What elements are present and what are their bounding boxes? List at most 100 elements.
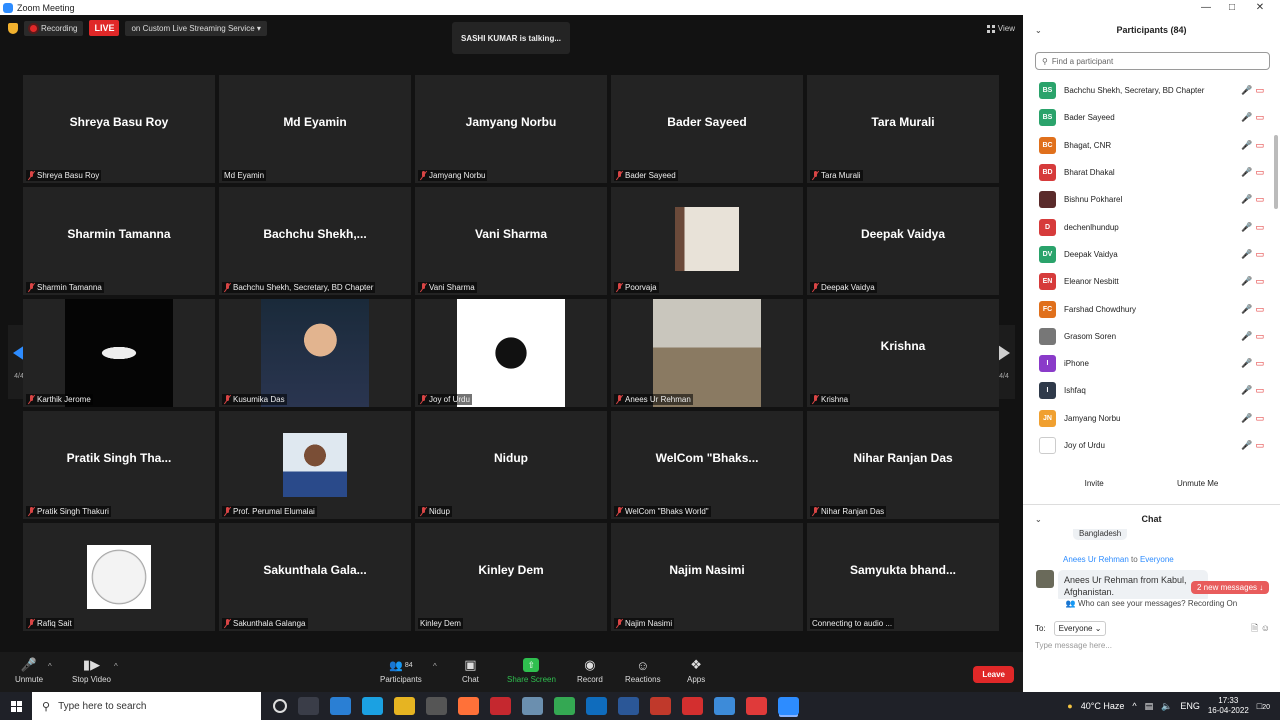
participants-button[interactable]: 👥 84 Participants [380, 658, 422, 685]
security-shield-icon[interactable] [8, 22, 18, 34]
zoom-taskbar-icon[interactable] [778, 697, 799, 715]
video-tile[interactable]: Kusumika Das [219, 299, 411, 407]
participant-row[interactable]: I Ishfaq 🎤▭ [1023, 377, 1273, 404]
stop-video-button[interactable]: ▮▶ Stop Video [72, 657, 111, 684]
video-tile[interactable]: Deepak Vaidya Deepak Vaidya [807, 187, 999, 295]
participant-row[interactable]: BS Bader Sayeed 🎤▭ [1023, 104, 1273, 131]
video-tile[interactable]: Md Eyamin Md Eyamin [219, 75, 411, 183]
leave-button[interactable]: Leave [973, 666, 1014, 683]
reactions-button[interactable]: ☺ Reactions [625, 658, 661, 685]
video-tile[interactable]: Vani Sharma Vani Sharma [415, 187, 607, 295]
video-tile[interactable]: Bachchu Shekh,... Bachchu Shekh, Secretar… [219, 187, 411, 295]
chrome-icon[interactable] [554, 697, 575, 715]
who-can-see-link[interactable]: 👥 Who can see your messages? Recording O… [1023, 599, 1280, 608]
participant-row[interactable]: EN Eleanor Nesbitt 🎤▭ [1023, 268, 1273, 295]
chat-message-input[interactable]: Type message here... [1035, 641, 1112, 650]
start-button[interactable] [0, 692, 32, 720]
apps-button[interactable]: ❖ Apps [687, 657, 705, 684]
mail-icon[interactable] [330, 697, 351, 715]
maximize-icon[interactable]: □ [1219, 0, 1245, 15]
unmute-button[interactable]: 🎤 Unmute [15, 657, 43, 684]
video-tile[interactable]: Tara Murali Tara Murali [807, 75, 999, 183]
video-tile[interactable]: Sharmin Tamanna Sharmin Tamanna [23, 187, 215, 295]
volume-icon[interactable]: 🔈 [1161, 701, 1172, 712]
participant-row[interactable]: DV Deepak Vaidya 🎤▭ [1023, 241, 1273, 268]
participant-row[interactable]: Joy of Urdu 🎤▭ [1023, 432, 1273, 459]
unmute-me-button[interactable]: Unmute Me [1177, 479, 1218, 488]
video-options-chevron-icon[interactable]: ^ [114, 662, 118, 671]
participant-row[interactable]: JN Jamyang Norbu 🎤▭ [1023, 405, 1273, 432]
anydesk-icon[interactable] [746, 697, 767, 715]
app-icon[interactable] [522, 697, 543, 715]
video-tile[interactable]: Nidup Nidup [415, 411, 607, 519]
chat-sender[interactable]: Anees Ur Rehman [1063, 555, 1129, 564]
record-button[interactable]: ◉ Record [577, 657, 603, 684]
file-icon[interactable]: 🗎 [1251, 623, 1258, 633]
video-tile[interactable]: Krishna Krishna [807, 299, 999, 407]
word-icon[interactable] [618, 697, 639, 715]
chevron-up-icon[interactable]: ^ [1132, 701, 1136, 711]
file-explorer-icon[interactable] [394, 697, 415, 715]
clock[interactable]: 17:33 16-04-2022 [1208, 696, 1249, 716]
video-tile[interactable]: Jamyang Norbu Jamyang Norbu [415, 75, 607, 183]
chat-collapse-chevron-icon[interactable]: ⌄ [1035, 515, 1042, 524]
video-tile[interactable]: Shreya Basu Roy Shreya Basu Roy [23, 75, 215, 183]
calculator-icon[interactable] [714, 697, 735, 715]
participant-row[interactable]: BC Bhagat, CNR 🎤▭ [1023, 132, 1273, 159]
store-icon[interactable] [426, 697, 447, 715]
audio-options-chevron-icon[interactable]: ^ [48, 662, 52, 671]
pdf-icon[interactable] [650, 697, 671, 715]
cortana-icon[interactable] [273, 699, 287, 713]
chat-recipient-select[interactable]: Everyone ⌄ [1053, 621, 1107, 636]
network-icon[interactable]: ▤ [1145, 701, 1154, 712]
participant-row[interactable]: IiPhone 🎤▭ [1023, 350, 1273, 377]
participants-options-chevron-icon[interactable]: ^ [433, 662, 437, 671]
video-tile[interactable]: Samyukta bhand... Connecting to audio ... [807, 523, 999, 631]
video-tile[interactable]: Bader Sayeed Bader Sayeed [611, 75, 803, 183]
video-tile[interactable]: Pratik Singh Tha... Pratik Singh Thakuri [23, 411, 215, 519]
invite-button[interactable]: Invite [1085, 479, 1104, 488]
participant-name-caption: Shreya Basu Roy [26, 170, 102, 181]
recording-indicator[interactable]: Recording [24, 20, 84, 36]
taskbar-search-input[interactable]: ⚲ Type here to search [32, 692, 261, 720]
video-tile[interactable]: Poorvaja [611, 187, 803, 295]
notifications-icon[interactable]: □20 [1257, 701, 1270, 711]
video-tile[interactable]: Rafiq Sait [23, 523, 215, 631]
weather-label[interactable]: 40°C Haze [1081, 701, 1125, 711]
clock-date: 16-04-2022 [1207, 706, 1249, 715]
new-messages-button[interactable]: 2 new messages ↓ [1191, 581, 1270, 594]
chat-recipient[interactable]: Everyone [1140, 555, 1174, 564]
video-tile[interactable]: Anees Ur Rehman [611, 299, 803, 407]
close-icon[interactable]: ✕ [1247, 0, 1273, 15]
participant-row[interactable]: BS Bachchu Shekh, Secretary, BD Chapter 🎤▭ [1023, 77, 1273, 104]
firefox-icon[interactable] [458, 697, 479, 715]
view-button[interactable]: View [986, 24, 1015, 33]
video-tile[interactable]: Karthik Jerome [23, 299, 215, 407]
edge-icon[interactable] [362, 697, 383, 715]
participant-row[interactable]: BD Bharat Dhakal 🎤▭ [1023, 159, 1273, 186]
participant-search-input[interactable]: ⚲ Find a participant [1035, 52, 1270, 70]
participant-row[interactable]: Ddechenlhundup 🎤▭ [1023, 213, 1273, 240]
minimize-icon[interactable]: — [1193, 0, 1219, 15]
video-tile[interactable]: Prof. Perumal Elumalai [219, 411, 411, 519]
video-tile[interactable]: Sakunthala Gala... Sakunthala Galanga [219, 523, 411, 631]
filezilla-icon[interactable] [490, 697, 511, 715]
video-tile[interactable]: WelCom "Bhaks... WelCom "Bhaks World" [611, 411, 803, 519]
participant-row[interactable]: FC Farshad Chowdhury 🎤▭ [1023, 295, 1273, 322]
task-view-icon[interactable] [298, 697, 319, 715]
video-tile[interactable]: Nihar Ranjan Das Nihar Ranjan Das [807, 411, 999, 519]
acrobat-icon[interactable] [682, 697, 703, 715]
video-tile[interactable]: Najim Nasimi Najim Nasimi [611, 523, 803, 631]
video-tile[interactable]: Kinley Dem Kinley Dem [415, 523, 607, 631]
participant-list-scrollbar[interactable] [1274, 135, 1278, 209]
stream-service-dropdown[interactable]: on Custom Live Streaming Service ▾ [125, 20, 267, 36]
participant-row[interactable]: Grasom Soren 🎤▭ [1023, 323, 1273, 350]
chat-button[interactable]: ▣ Chat [462, 657, 479, 684]
language-indicator[interactable]: ENG [1180, 701, 1200, 711]
collapse-chevron-icon[interactable]: ⌄ [1035, 26, 1042, 35]
share-screen-button[interactable]: ⇧ Share Screen [507, 658, 556, 684]
outlook-icon[interactable] [586, 697, 607, 715]
video-tile[interactable]: Joy of Urdu [415, 299, 607, 407]
emoji-icon[interactable]: ☺ [1261, 623, 1270, 633]
participant-row[interactable]: Bishnu Pokharel 🎤▭ [1023, 186, 1273, 213]
